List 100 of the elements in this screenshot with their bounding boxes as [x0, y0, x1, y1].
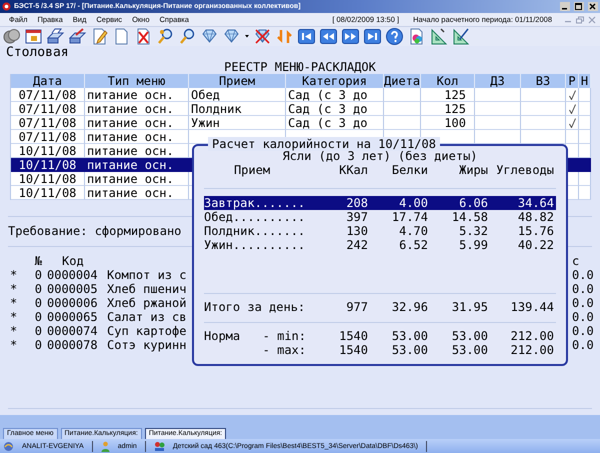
- printer-icon[interactable]: [68, 27, 87, 46]
- printer-icon[interactable]: [46, 27, 65, 46]
- table-cell-text: 53.00: [450, 329, 488, 343]
- table-cell-text: 242: [345, 238, 368, 252]
- table-cell-text: 0000078: [47, 338, 99, 352]
- triangle-ruler-icon[interactable]: [451, 27, 470, 46]
- table-cell-text: Завтрак.......: [204, 196, 306, 210]
- table-cell: 0.0: [572, 310, 594, 324]
- requirement-status: Требование: сформировано: [7, 224, 182, 238]
- table-cell: питание осн.: [85, 130, 189, 144]
- table-cell: питание осн.: [85, 116, 189, 130]
- selected-row[interactable]: Завтрак....... 208 4.00 6.06 34.64: [204, 196, 556, 210]
- table-cell: Ужин: [189, 116, 286, 130]
- row-marker: *: [9, 338, 18, 352]
- column-header: №: [34, 254, 42, 268]
- table-cell-text: 40.22: [516, 238, 554, 252]
- table-cell-text: 53.00: [450, 343, 488, 357]
- table-cell: Обед: [189, 88, 286, 102]
- table-cell: 100: [421, 116, 475, 130]
- table-cell: [579, 158, 591, 172]
- table-row[interactable]: Обед.......... 397 17.74 14.58 48.82: [204, 210, 556, 224]
- maximize-icon[interactable]: [574, 2, 584, 11]
- table-cell-text: 4.70: [398, 224, 428, 238]
- table-cell-text: 1540: [338, 329, 368, 343]
- table-cell-text: 4.00: [398, 196, 428, 210]
- table-cell: [475, 116, 521, 130]
- previous-icon[interactable]: [319, 27, 338, 46]
- column-header[interactable]: Категория: [286, 74, 384, 88]
- row-marker: *: [9, 296, 18, 310]
- table-cell-text: 0000006: [47, 296, 99, 310]
- window-icon[interactable]: [24, 27, 43, 46]
- table-row[interactable]: Полдник....... 130 4.70 5.32 15.76: [204, 224, 556, 238]
- table-cell: 0.0: [572, 324, 594, 338]
- table-cell-text: 53.00: [390, 329, 428, 343]
- row-marker: *: [9, 282, 18, 296]
- table-cell: Сад (с 3 до: [286, 88, 384, 102]
- table-cell: питание осн.: [85, 172, 189, 186]
- dialog-title: Расчет калорийности на 10/11/08: [208, 137, 440, 151]
- table-cell-text: 48.82: [516, 210, 554, 224]
- table-cell: Полдник: [189, 102, 286, 116]
- column-header: Жиры: [458, 163, 488, 177]
- table-cell: 07/11/08: [11, 102, 85, 116]
- help-icon[interactable]: [385, 27, 404, 46]
- table-cell: 10/11/08: [11, 158, 85, 172]
- diamond-delete-icon[interactable]: [253, 27, 272, 46]
- table-row[interactable]: Ужин.......... 242 6.52 5.99 40.22: [204, 238, 556, 252]
- table-cell-text: 14.58: [450, 210, 488, 224]
- column-header[interactable]: Прием: [189, 74, 286, 88]
- row-marker: *: [9, 324, 18, 338]
- table-cell: 07/11/08: [11, 130, 85, 144]
- minimize-icon[interactable]: [560, 2, 570, 11]
- table-cell: питание осн.: [85, 88, 189, 102]
- table-cell-text: Ужин..........: [204, 238, 306, 252]
- table-cell-text: 1540: [338, 343, 368, 357]
- table-cell: питание осн.: [85, 186, 189, 200]
- table-cell: [384, 88, 421, 102]
- table-cell: Хлеб пшенич: [107, 282, 186, 296]
- search-icon[interactable]: [178, 27, 197, 46]
- table-cell-text: Полдник.......: [204, 224, 306, 238]
- column-header[interactable]: Дата: [11, 74, 85, 88]
- column-header[interactable]: Р: [566, 74, 579, 88]
- table-cell-text: 977: [345, 300, 368, 314]
- app-icon: [2, 2, 11, 11]
- table-cell: питание осн.: [85, 158, 189, 172]
- coins-icon[interactable]: [2, 27, 21, 46]
- table-title: РЕЕСТР МЕНЮ-РАСКЛАДОК: [223, 60, 377, 74]
- column-header[interactable]: ДЗ: [475, 74, 521, 88]
- table-cell-text: 17.74: [390, 210, 428, 224]
- first-icon[interactable]: [297, 27, 316, 46]
- column-header[interactable]: Диета: [384, 74, 421, 88]
- column-header[interactable]: Н: [579, 74, 591, 88]
- table-cell-text: 5.99: [458, 238, 488, 252]
- table-cell: [475, 88, 521, 102]
- table-cell: 10/11/08: [11, 172, 85, 186]
- column-header: с: [572, 254, 580, 268]
- close-icon[interactable]: [588, 2, 598, 11]
- column-header[interactable]: ВЗ: [521, 74, 566, 88]
- search-icon[interactable]: [156, 27, 175, 46]
- table-cell-text: 0: [34, 310, 42, 324]
- row-label: Итого за день:: [204, 300, 306, 314]
- table-cell-text: 0000004: [47, 268, 99, 282]
- column-header[interactable]: Тип меню: [85, 74, 189, 88]
- table-cell-text: 139.44: [510, 300, 554, 314]
- table-cell: Сотэ куринн: [107, 338, 186, 352]
- table-cell-text: 53.00: [390, 343, 428, 357]
- last-icon[interactable]: [363, 27, 382, 46]
- next-icon[interactable]: [341, 27, 360, 46]
- table-cell-text: 397: [345, 210, 368, 224]
- table-cell-text: 0000065: [47, 310, 99, 324]
- column-header: Белки: [390, 163, 428, 177]
- table-cell: Суп картофе: [107, 324, 186, 338]
- table-cell-text: 130: [345, 224, 368, 238]
- table-cell: Хлеб ржаной: [107, 296, 186, 310]
- row-marker: *: [9, 310, 18, 324]
- column-header: Код: [61, 254, 85, 268]
- table-cell: питание осн.: [85, 102, 189, 116]
- table-cell-text: 208: [345, 196, 368, 210]
- section-title: Столовая: [5, 46, 70, 60]
- column-header[interactable]: Кол: [421, 74, 475, 88]
- triangle-ruler-icon[interactable]: [429, 27, 448, 46]
